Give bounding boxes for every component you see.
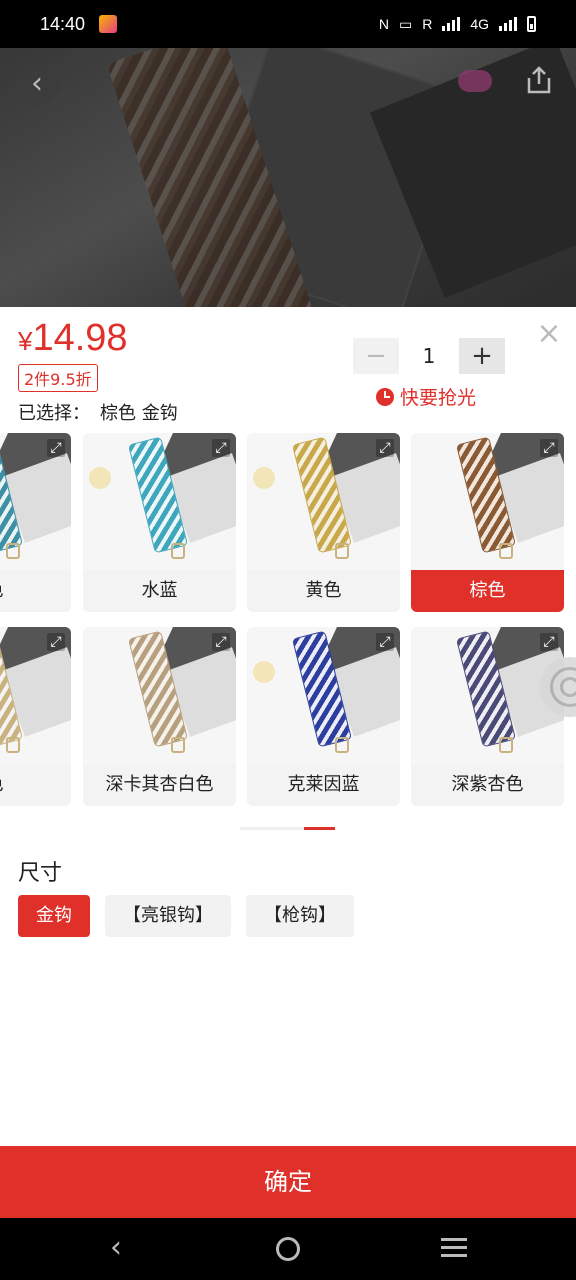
price-value: 14.98 (32, 317, 128, 359)
nav-home-icon[interactable] (276, 1237, 300, 1261)
signal-icon-2 (499, 17, 517, 31)
variant-label: 深卡其杏白色 (83, 764, 236, 806)
price: ¥14.98 (18, 317, 128, 360)
quantity-value[interactable]: 1 (399, 344, 459, 368)
quantity-stepper: − 1 + (353, 338, 505, 374)
back-arrow-icon[interactable]: ‹ (14, 60, 60, 106)
variant-label: 色 (0, 570, 71, 612)
status-icons: N ▭ R 4G (379, 16, 536, 33)
close-icon[interactable]: × (536, 319, 562, 349)
system-nav-bar: ‹ (0, 1218, 576, 1280)
variant-label: 深紫杏色 (411, 764, 564, 806)
signal-icon (442, 17, 461, 31)
nav-back-icon[interactable]: ‹ (110, 1233, 134, 1263)
product-hero-image: ‹ (0, 48, 576, 307)
page-dot-active (304, 827, 335, 830)
variant-card-3[interactable]: ⤢ 棕色 (411, 433, 564, 612)
variant-label: 棕色 (411, 570, 564, 612)
variant-card-7[interactable]: ⤢ 深紫杏色 (411, 627, 564, 806)
variant-card-4[interactable]: ⤢ 色 (0, 627, 71, 806)
network-type: 4G (470, 16, 489, 32)
nav-menu-icon[interactable] (441, 1238, 467, 1258)
cast-icon: ▭ (398, 15, 413, 32)
variant-label: 色 (0, 764, 71, 806)
page-dot (240, 827, 304, 830)
increment-button[interactable]: + (459, 338, 505, 374)
variant-label: 克莱因蓝 (247, 764, 400, 806)
size-options: 金钩 【亮银钩】 【枪钩】 (18, 895, 354, 937)
share-icon[interactable] (524, 64, 554, 96)
clock-icon (376, 387, 394, 406)
selected-label: 已选择： (18, 403, 90, 424)
page-indicator (240, 827, 335, 830)
selected-summary: 已选择： 棕色 金钩 (18, 399, 178, 425)
promo-badge-icon (458, 70, 492, 92)
variant-card-1[interactable]: ⤢ 水蓝 (83, 433, 236, 612)
size-option-gold-hook[interactable]: 金钩 (18, 895, 90, 937)
expand-icon[interactable]: ⤢ (212, 633, 230, 651)
size-option-silver-hook[interactable]: 【亮银钩】 (105, 895, 231, 937)
variant-card-0[interactable]: ⤢ 色 (0, 433, 71, 612)
status-time: 14:40 (40, 13, 86, 34)
selected-value: 棕色 金钩 (100, 403, 178, 424)
size-option-gun-hook[interactable]: 【枪钩】 (246, 895, 354, 937)
variant-card-5[interactable]: ⤢ 深卡其杏白色 (83, 627, 236, 806)
discount-tag: 2件9.5折 (18, 364, 98, 392)
stock-warning: 快要抢光 (376, 383, 476, 410)
variant-label: 黄色 (247, 570, 400, 612)
variant-card-2[interactable]: ⤢ 黄色 (247, 433, 400, 612)
nfc-icon: N (378, 16, 389, 32)
expand-icon[interactable]: ⤢ (376, 633, 394, 651)
expand-icon[interactable]: ⤢ (540, 633, 558, 651)
price-currency: ¥ (18, 326, 33, 356)
battery-icon (527, 16, 536, 32)
variant-label: 水蓝 (83, 570, 236, 612)
variant-card-6[interactable]: ⤢ 克莱因蓝 (247, 627, 400, 806)
app-root: 14:40 N ▭ R 4G ‹ ¥14.98 2件9.5折 已选择： 棕色 金… (0, 0, 576, 1280)
expand-icon[interactable]: ⤢ (540, 439, 558, 457)
stock-warning-text: 快要抢光 (400, 387, 477, 409)
expand-icon[interactable]: ⤢ (47, 439, 65, 457)
status-bar: 14:40 N ▭ R 4G (0, 0, 576, 48)
carrier-letter: R (422, 16, 433, 32)
size-title: 尺寸 (18, 861, 63, 886)
confirm-button[interactable]: 确定 (0, 1146, 576, 1218)
expand-icon[interactable]: ⤢ (376, 439, 394, 457)
expand-icon[interactable]: ⤢ (47, 633, 65, 651)
expand-icon[interactable]: ⤢ (212, 439, 230, 457)
decrement-button[interactable]: − (353, 338, 399, 374)
app-notification-icon (99, 15, 118, 33)
variant-grid: ⤢ 色 ⤢ 水蓝 ⤢ 黄色 ⤢ 棕色 ⤢ 色 (0, 433, 576, 813)
sku-selection-sheet: ¥14.98 2件9.5折 已选择： 棕色 金钩 × − 1 + 快要抢光 ⤢ 色… (0, 307, 576, 1146)
